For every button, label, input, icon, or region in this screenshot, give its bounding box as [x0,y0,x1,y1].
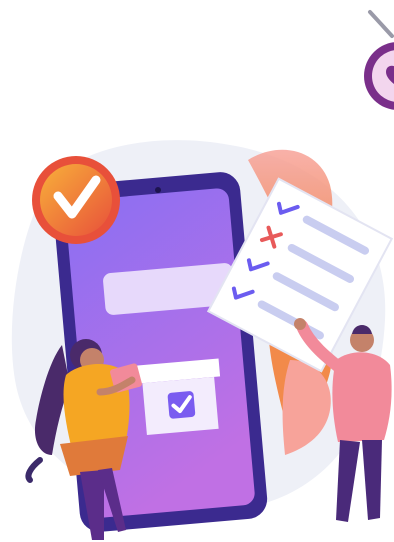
checkbox-icon [134,358,221,436]
checkmark-badge-icon [32,156,120,244]
heart-badge-icon [364,10,394,110]
illustration [11,10,394,540]
